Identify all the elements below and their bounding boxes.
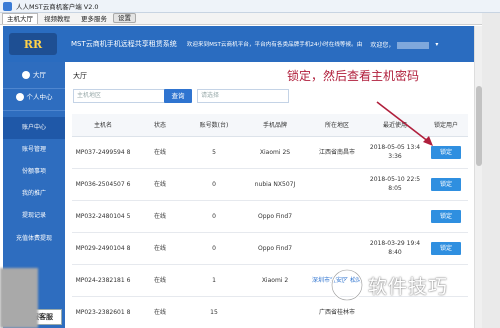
- watermark-logo-icon: [330, 268, 364, 302]
- window-edge: [482, 13, 500, 328]
- blurred-region: [0, 268, 38, 328]
- sidebar-item-label: 大厅: [33, 71, 46, 79]
- app-header: RR MST云商机手机远程共享租赁系统 欢迎来到MST云商机平台，平台内有各类品…: [3, 26, 474, 62]
- tab-host-hall[interactable]: 主机大厅: [2, 13, 38, 24]
- tab-video-tutorials[interactable]: 视频教程: [39, 13, 75, 24]
- watermark: 软件技巧: [330, 268, 448, 302]
- settings-button[interactable]: 设置: [113, 13, 136, 23]
- user-greeting[interactable]: 欢迎您，: [370, 40, 430, 49]
- sidebar-item-withdraw-records[interactable]: 提现记录: [3, 205, 65, 227]
- sidebar-divider: [3, 110, 65, 111]
- header-notice: 欢迎来到MST云商机平台，平台内有各类品牌手机24小时在线等候。由: [186, 42, 363, 48]
- username-blurred: [397, 41, 430, 49]
- header-title: MST云商机手机远程共享租赁系统: [71, 40, 177, 48]
- app-icon: [3, 1, 12, 11]
- sidebar-item-share[interactable]: 份额事项: [3, 161, 65, 183]
- home-icon: [22, 71, 30, 79]
- menu-bar: 主机大厅 视频教程 更多服务 设置: [0, 13, 500, 25]
- sidebar-item-personal[interactable]: 个人中心: [3, 84, 65, 110]
- welcome-label: 欢迎您，: [370, 41, 395, 49]
- sidebar-item-promotion[interactable]: 我的推广: [3, 183, 65, 205]
- sidebar-item-recharge[interactable]: 充值体费提现: [3, 228, 65, 250]
- app-logo: RR: [9, 33, 57, 55]
- tab-more-services[interactable]: 更多服务: [76, 13, 112, 24]
- vertical-scrollbar[interactable]: [474, 26, 482, 328]
- user-menu-caret-icon[interactable]: ▾: [435, 41, 438, 48]
- watermark-text: 软件技巧: [368, 275, 449, 298]
- sidebar-item-label: 个人中心: [26, 93, 53, 101]
- sidebar-item-account-management[interactable]: 账号管理: [3, 139, 65, 161]
- scrollbar-thumb[interactable]: [476, 86, 482, 166]
- user-icon: [15, 93, 24, 101]
- window-title: 人人MST云商机客户端 V2.0: [16, 3, 99, 11]
- sidebar-item-account-center[interactable]: 账户中心: [3, 117, 65, 139]
- title-bar: 人人MST云商机客户端 V2.0: [0, 0, 500, 13]
